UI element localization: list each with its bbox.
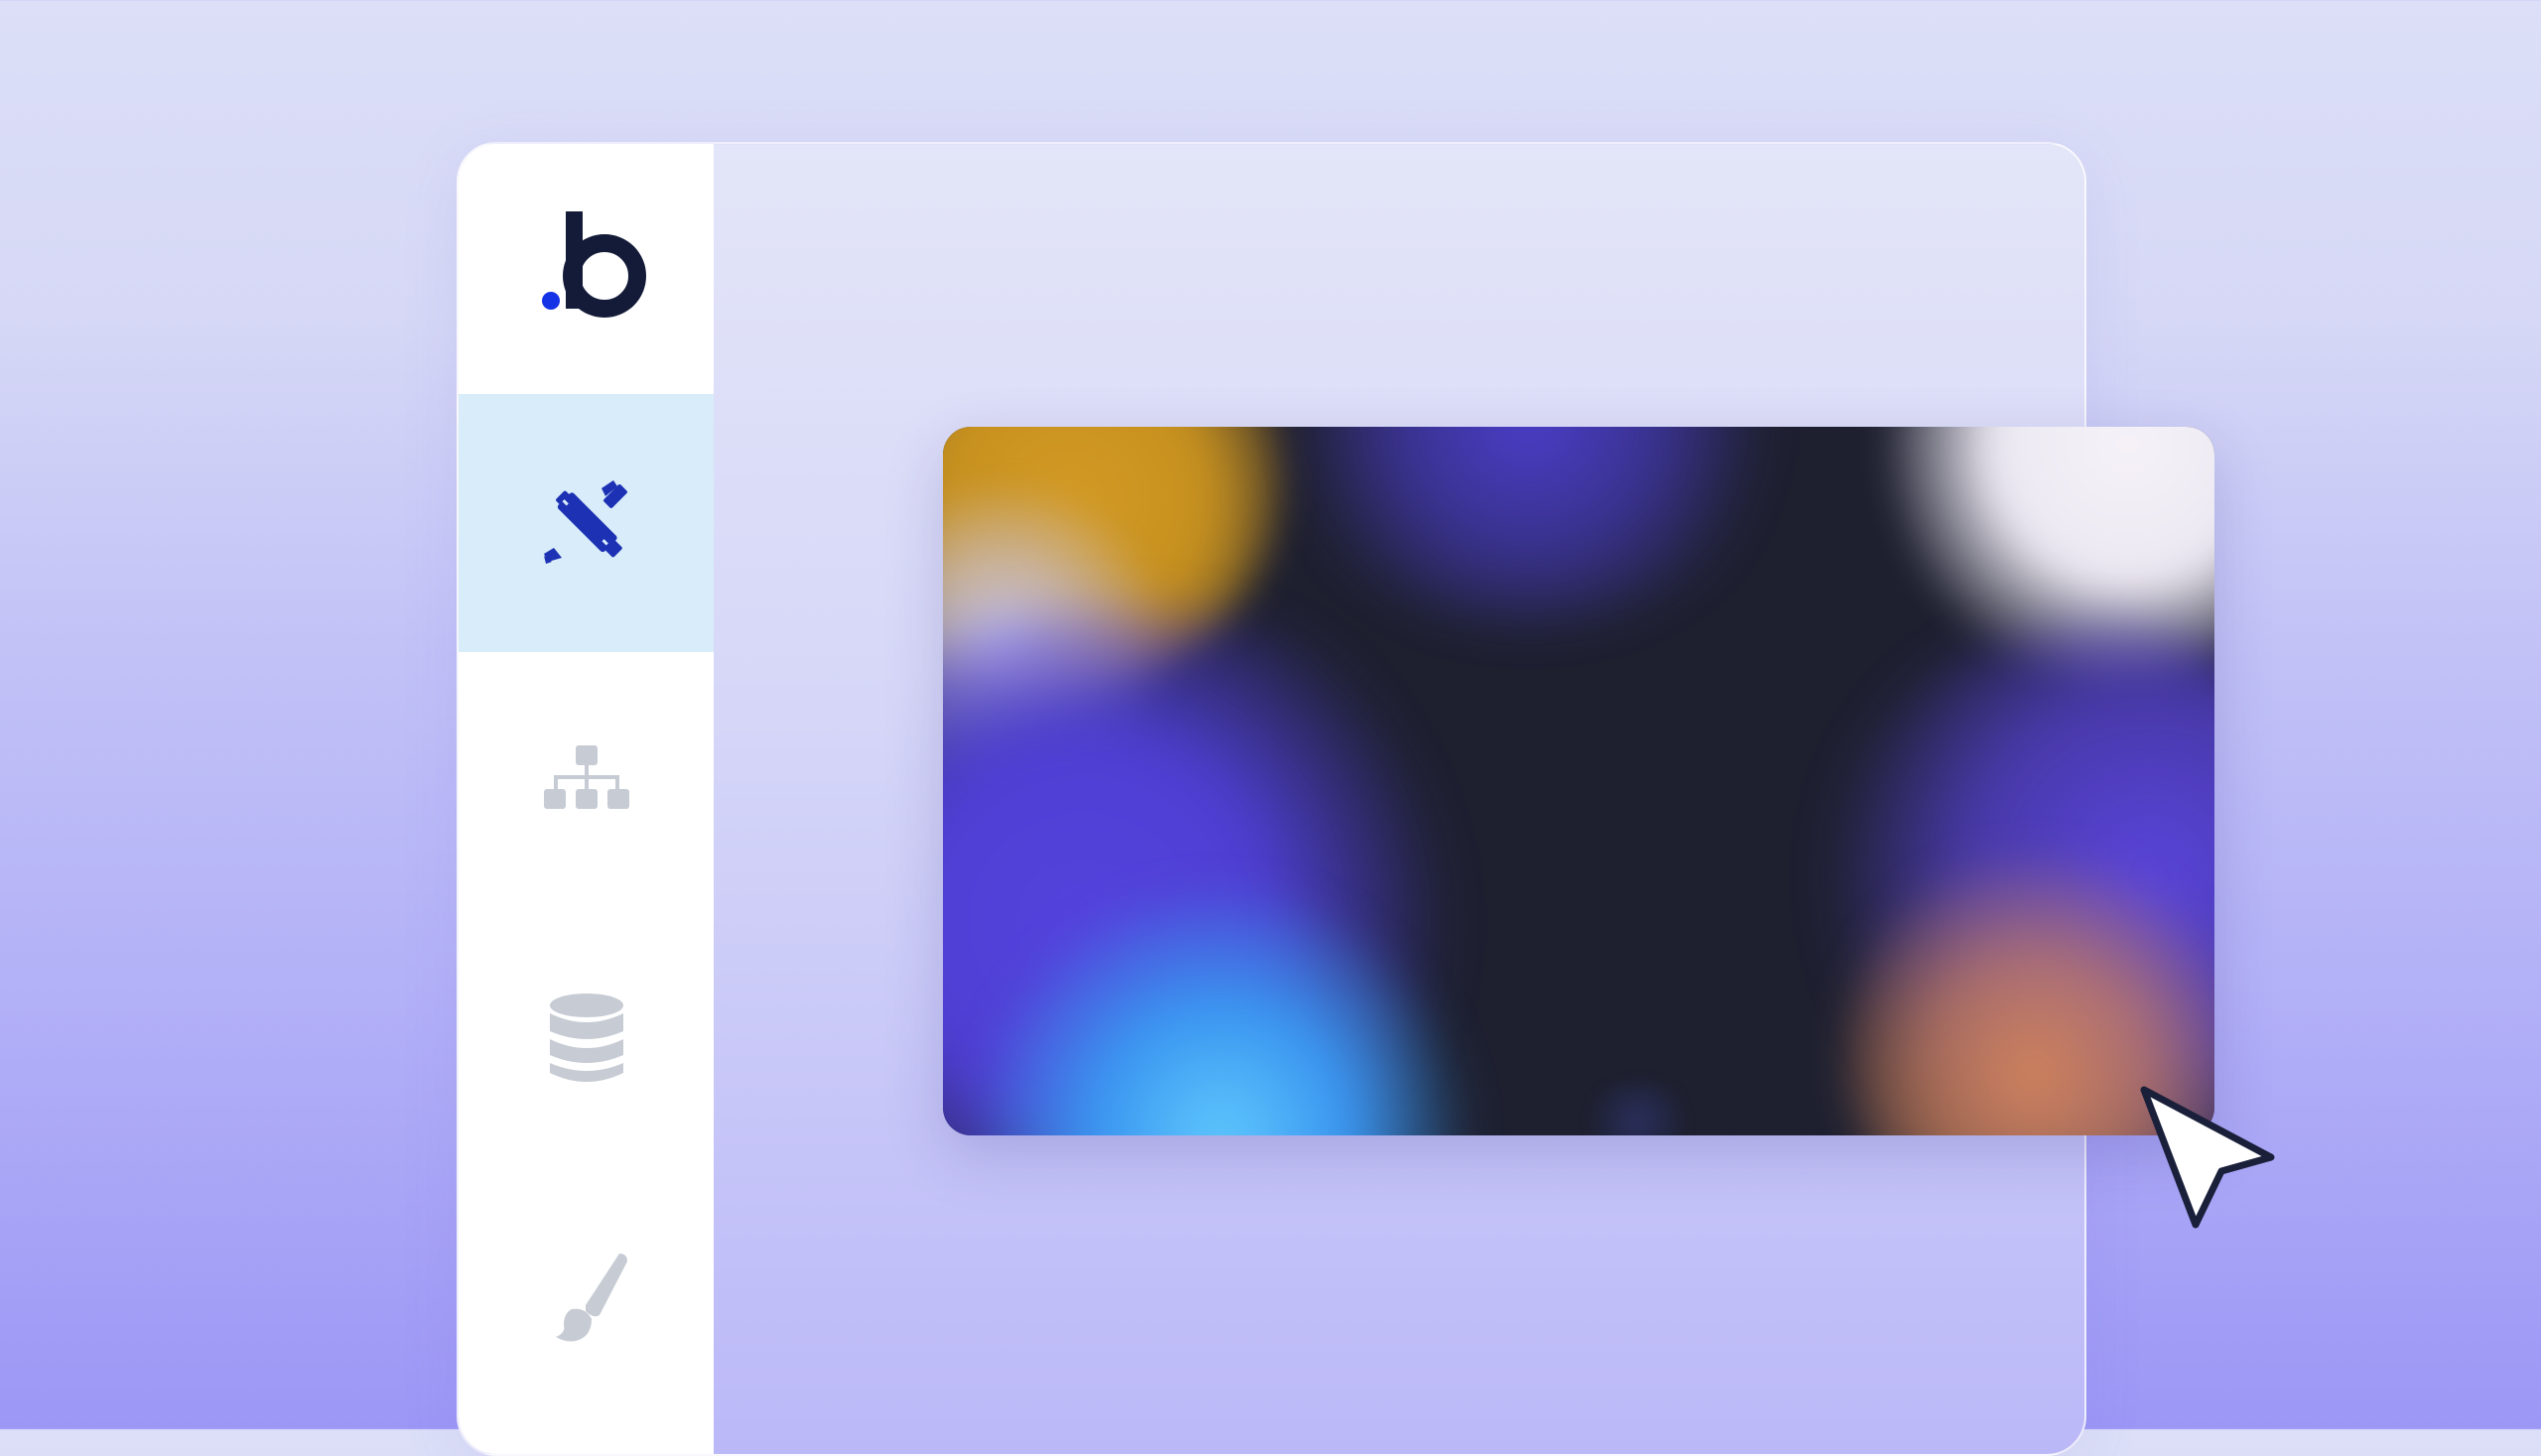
bubble-logo[interactable]	[518, 211, 657, 331]
logo-icon	[542, 211, 646, 318]
sidebar-item-data[interactable]	[459, 910, 714, 1168]
sidebar	[459, 144, 714, 1454]
mouse-cursor-icon	[2140, 1086, 2275, 1229]
canvas-background: { "app": { "logo": { "icon": "bubble-log…	[0, 0, 2541, 1456]
sidebar-item-design[interactable]	[459, 394, 714, 652]
design-pencil-ruler-icon	[543, 480, 627, 564]
database-icon	[549, 993, 623, 1082]
sidebar-item-workflow[interactable]	[459, 652, 714, 910]
violet-top-blob	[1270, 427, 1787, 625]
navy-blob	[1578, 1082, 1697, 1135]
gradient-image-card[interactable]	[943, 427, 2214, 1135]
sidebar-item-styles[interactable]	[459, 1168, 714, 1426]
paintbrush-styles-icon	[555, 1254, 627, 1342]
workflow-sitemap-icon	[543, 745, 629, 809]
